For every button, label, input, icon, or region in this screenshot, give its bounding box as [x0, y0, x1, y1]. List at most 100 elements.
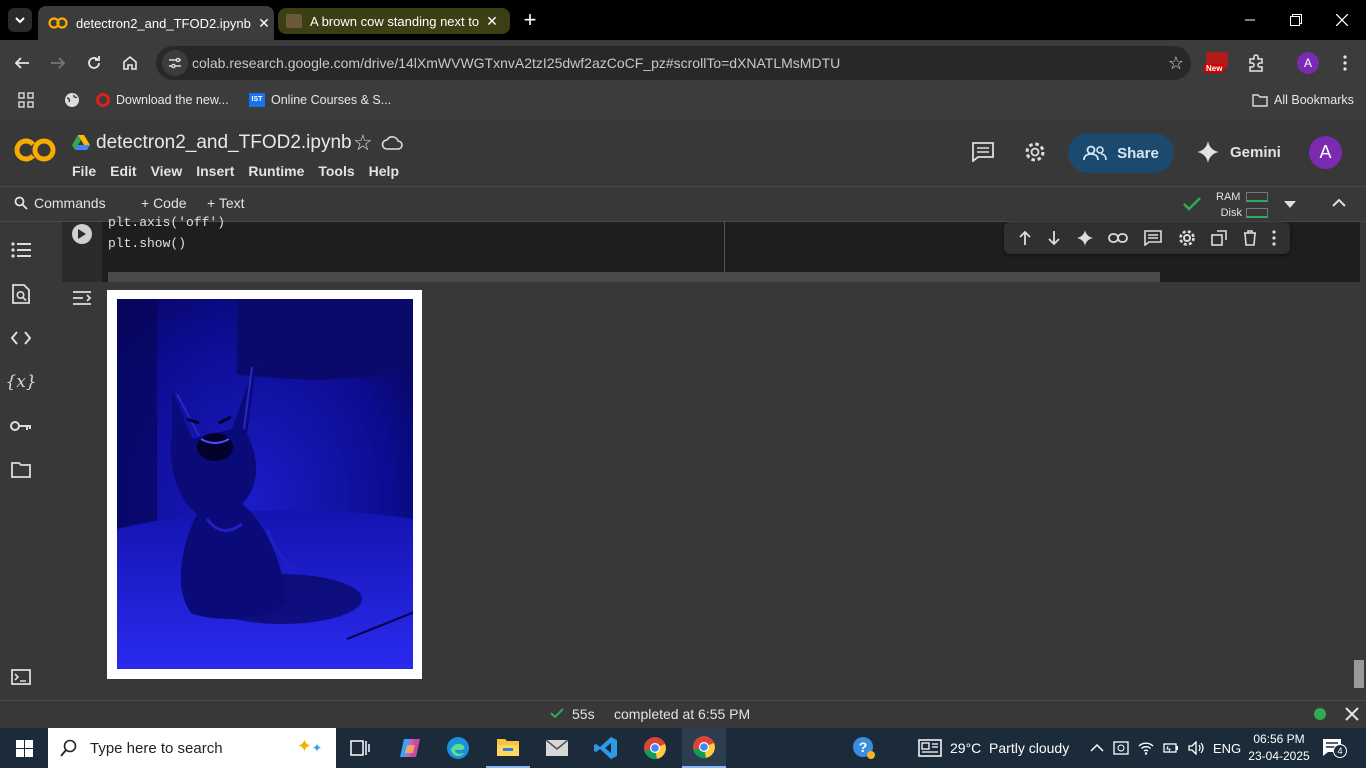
notification-center-button[interactable]: 4: [1322, 738, 1347, 758]
all-bookmarks-button[interactable]: All Bookmarks: [1252, 86, 1354, 114]
horizontal-scrollbar[interactable]: [108, 272, 1160, 282]
menu-insert[interactable]: Insert: [196, 163, 234, 179]
extension-new-badge-button[interactable]: New: [1204, 52, 1230, 76]
windows-taskbar: Type here to search ✦✦ ? 29°C Partly clo…: [0, 728, 1366, 768]
start-button[interactable]: [2, 728, 46, 768]
menu-view[interactable]: View: [151, 163, 183, 179]
menu-file[interactable]: File: [72, 163, 96, 179]
link-icon[interactable]: [1108, 232, 1129, 244]
add-text-button[interactable]: + Text: [207, 195, 245, 211]
resource-indicator[interactable]: RAM Disk: [1216, 189, 1268, 221]
edge-button[interactable]: [436, 728, 480, 768]
gemini-cell-icon[interactable]: [1076, 230, 1093, 246]
close-tab-icon[interactable]: ✕: [254, 15, 274, 32]
cell-settings-gear-icon[interactable]: [1178, 229, 1196, 247]
extensions-button[interactable]: [1244, 51, 1268, 75]
back-button[interactable]: [10, 51, 34, 75]
browser-tab-colab[interactable]: detectron2_and_TFOD2.ipynb - ✕: [38, 6, 274, 40]
clock[interactable]: 06:56 PM 23-04-2025: [1242, 731, 1316, 765]
commands-label: Commands: [34, 195, 106, 211]
language-indicator[interactable]: ENG: [1213, 741, 1241, 756]
tray-app-icon[interactable]: [1113, 741, 1129, 755]
terminal-icon[interactable]: [8, 664, 34, 690]
globe-bookmark[interactable]: [64, 86, 80, 114]
files-folder-icon[interactable]: [8, 457, 34, 483]
folder-icon: [497, 739, 519, 756]
address-bar[interactable]: colab.research.google.com/drive/14lXmWVW…: [156, 46, 1191, 80]
task-view-button[interactable]: [338, 728, 382, 768]
browser-menu-button[interactable]: [1336, 51, 1354, 75]
browser-tab-cow[interactable]: A brown cow standing next to a ✕: [278, 8, 510, 34]
mail-button[interactable]: [535, 728, 579, 768]
help-tips-button[interactable]: ?: [842, 728, 886, 768]
volume-icon[interactable]: [1188, 741, 1204, 755]
home-button[interactable]: [118, 51, 142, 75]
bookmark-download[interactable]: Download the new...: [96, 86, 229, 114]
clock-time: 06:56 PM: [1253, 732, 1305, 746]
close-status-button[interactable]: [1345, 707, 1359, 721]
table-of-contents-icon[interactable]: [8, 237, 34, 263]
menu-runtime[interactable]: Runtime: [248, 163, 304, 179]
code-snippets-icon[interactable]: [8, 325, 34, 351]
restore-button[interactable]: [1282, 10, 1310, 30]
add-code-button[interactable]: + Code: [141, 195, 187, 211]
reload-button[interactable]: [82, 51, 106, 75]
share-button[interactable]: Share: [1068, 133, 1174, 173]
delete-cell-icon[interactable]: [1243, 230, 1257, 246]
apps-button[interactable]: [18, 86, 34, 114]
key-icon[interactable]: [8, 413, 34, 439]
close-tab-icon[interactable]: ✕: [482, 13, 502, 30]
bookmark-online-courses[interactable]: IST Online Courses & S...: [249, 86, 391, 114]
file-explorer-button[interactable]: [486, 728, 530, 768]
output-actions-icon[interactable]: [72, 290, 92, 306]
site-info-button[interactable]: [162, 50, 188, 76]
forward-button[interactable]: [46, 51, 70, 75]
copilot-button[interactable]: [388, 728, 432, 768]
find-replace-icon[interactable]: [8, 281, 34, 307]
notebook-title[interactable]: detectron2_and_TFOD2.ipynb: [96, 132, 352, 154]
more-vert-icon: [1343, 55, 1347, 71]
tab-search-button[interactable]: [8, 8, 32, 32]
weather-widget[interactable]: 29°C Partly cloudy: [918, 728, 1069, 768]
battery-icon[interactable]: [1163, 741, 1179, 755]
bookmark-star-icon[interactable]: ☆: [1161, 53, 1191, 74]
new-tab-button[interactable]: +: [518, 7, 542, 32]
commands-button[interactable]: Commands: [14, 195, 106, 211]
run-cell-button[interactable]: [72, 224, 92, 244]
wifi-icon[interactable]: [1138, 741, 1154, 755]
url-text: colab.research.google.com/drive/14lXmWVW…: [192, 55, 841, 71]
runtime-connected-icon[interactable]: [1182, 196, 1202, 212]
gear-icon: [1025, 142, 1045, 162]
minimize-button[interactable]: [1236, 10, 1264, 30]
profile-avatar[interactable]: A: [1297, 52, 1319, 74]
people-icon: [1083, 145, 1107, 161]
chrome-active-button[interactable]: [682, 728, 726, 768]
menu-help[interactable]: Help: [369, 163, 399, 179]
close-window-button[interactable]: [1328, 10, 1356, 30]
gemini-button[interactable]: Gemini: [1196, 140, 1281, 164]
comments-button[interactable]: [972, 142, 994, 162]
move-cell-down-icon[interactable]: [1047, 230, 1061, 246]
comment-cell-icon[interactable]: [1144, 230, 1162, 246]
show-hidden-icons-chevron-icon[interactable]: [1090, 743, 1104, 753]
move-cell-up-icon[interactable]: [1018, 230, 1032, 246]
cloud-saved-icon[interactable]: [381, 134, 403, 150]
menu-edit[interactable]: Edit: [110, 163, 136, 179]
collapse-header-icon[interactable]: [1332, 198, 1346, 208]
vertical-scrollbar[interactable]: [1354, 660, 1364, 688]
taskbar-search-box[interactable]: Type here to search ✦✦: [48, 728, 336, 768]
tab-title: A brown cow standing next to a: [310, 13, 482, 29]
menu-bar: File Edit View Insert Runtime Tools Help: [72, 163, 399, 179]
open-in-tab-icon[interactable]: [1211, 230, 1227, 246]
runtime-dropdown-icon[interactable]: [1284, 201, 1296, 209]
menu-tools[interactable]: Tools: [318, 163, 354, 179]
chrome-button[interactable]: [633, 728, 677, 768]
code-line: plt.show(): [108, 236, 187, 251]
star-notebook-icon[interactable]: ☆: [353, 130, 373, 156]
vscode-button[interactable]: [584, 728, 628, 768]
colab-logo[interactable]: [14, 136, 56, 164]
account-avatar[interactable]: A: [1309, 136, 1342, 169]
more-actions-icon[interactable]: [1272, 230, 1276, 246]
variables-icon[interactable]: {x}: [5, 369, 36, 395]
settings-button[interactable]: [1024, 141, 1046, 163]
